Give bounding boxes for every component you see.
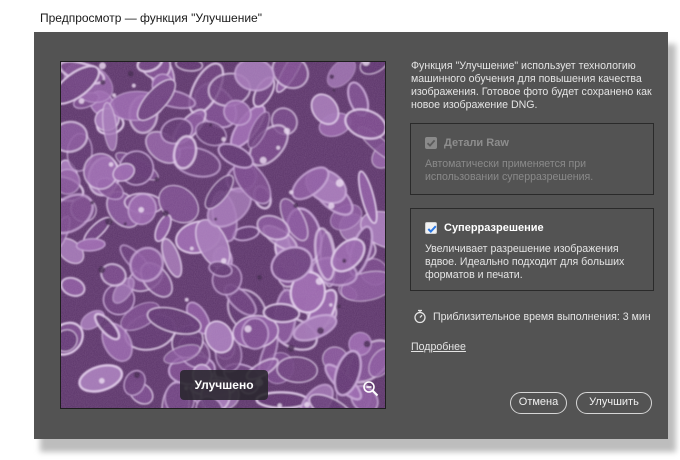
enhance-button[interactable]: Улучшить xyxy=(576,392,652,414)
feature-description: Функция "Улучшение" использует технологи… xyxy=(411,60,652,111)
checkmark-icon xyxy=(427,225,437,234)
estimated-time-text: Приблизительное время выполнения: 3 мин xyxy=(433,310,651,323)
screenshot-canvas: Предпросмотр — функция "Улучшение" Улучш… xyxy=(0,0,680,460)
title-bar: Предпросмотр — функция "Улучшение" xyxy=(0,0,680,34)
zoom-out-icon[interactable] xyxy=(362,380,380,398)
estimated-time: Приблизительное время выполнения: 3 мин xyxy=(413,309,651,324)
lilac-flowers-image xyxy=(61,62,385,408)
raw-details-label: Детали Raw xyxy=(444,137,509,149)
stopwatch-icon xyxy=(414,309,426,324)
super-resolution-checkbox[interactable] xyxy=(425,222,437,234)
learn-more-link[interactable]: Подробнее xyxy=(411,341,466,353)
raw-details-description: Автоматически применяется при использова… xyxy=(425,158,594,183)
super-resolution-panel: Суперразрешение Увеличивает разрешение и… xyxy=(410,208,654,291)
cancel-button[interactable]: Отмена xyxy=(510,392,567,414)
enhanced-badge: Улучшено xyxy=(180,370,268,400)
enhanced-preview-image[interactable]: Улучшено xyxy=(60,61,386,409)
checkmark-icon xyxy=(426,139,436,147)
super-resolution-description: Увеличивает разрешение изображения вдвое… xyxy=(425,243,625,281)
raw-details-checkbox xyxy=(425,137,437,149)
super-resolution-label[interactable]: Суперразрешение xyxy=(444,222,544,234)
raw-details-panel: Детали Raw Автоматически применяется при… xyxy=(410,123,654,195)
window-title: Предпросмотр — функция "Улучшение" xyxy=(40,11,262,25)
